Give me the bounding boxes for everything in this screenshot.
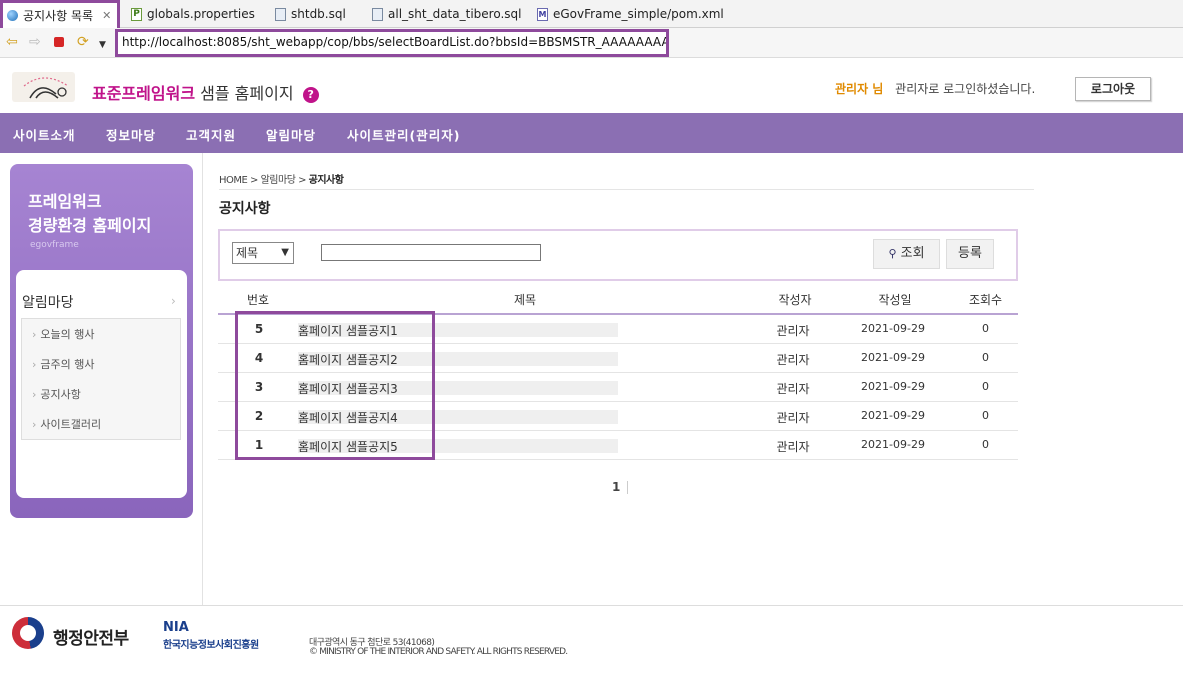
- maven-file-icon: M: [537, 7, 548, 21]
- search-button[interactable]: ⚲ 조회: [873, 239, 940, 269]
- sql-file-icon: [275, 7, 286, 21]
- sidebar-title: 프레임워크 경량환경 홈페이지: [28, 190, 151, 238]
- government-emblem-icon: [12, 617, 44, 649]
- footer-copyright: © MINISTRY OF THE INTERIOR AND SAFETY. A…: [309, 647, 568, 657]
- logo-graphic: [23, 77, 69, 99]
- row-author: 관리자: [776, 353, 810, 367]
- help-icon[interactable]: ?: [302, 86, 319, 103]
- column-header-title: 제목: [513, 293, 537, 307]
- register-button[interactable]: 등록: [946, 239, 994, 269]
- row-views: 0: [982, 380, 989, 393]
- chevron-down-icon: ▼: [281, 247, 289, 258]
- row-date: 2021-09-29: [861, 438, 925, 451]
- sidebar-item-gallery[interactable]: 사이트갤러리: [32, 416, 101, 432]
- chevron-down-icon[interactable]: ▼: [99, 37, 106, 53]
- tab-shtdb-sql[interactable]: shtdb.sql: [275, 0, 346, 28]
- tab-label: 공지사항 목록: [23, 9, 94, 23]
- globe-icon: [7, 10, 18, 21]
- chevron-right-icon: ›: [171, 294, 176, 308]
- main-menu: 사이트소개 정보마당 고객지원 알림마당 사이트관리(관리자): [0, 113, 1183, 153]
- row-author: 관리자: [776, 382, 810, 396]
- row-views: 0: [982, 409, 989, 422]
- column-header-date: 작성일: [878, 293, 912, 307]
- column-header-number: 번호: [246, 293, 270, 307]
- sidebar-subtitle: egovframe: [30, 240, 79, 250]
- sidebar-title-line2: 경량환경 홈페이지: [28, 216, 152, 235]
- page-title: 공지사항: [219, 201, 271, 217]
- site-logo[interactable]: [12, 72, 75, 102]
- menu-item-support[interactable]: 고객지원: [186, 125, 236, 144]
- left-sidebar: 프레임워크 경량환경 홈페이지 egovframe 알림마당 › 오늘의 행사 …: [10, 164, 193, 518]
- divider: [202, 153, 203, 605]
- menu-item-admin[interactable]: 사이트관리(관리자): [347, 125, 460, 144]
- sidebar-list: 오늘의 행사 금주의 행사 공지사항 사이트갤러리: [21, 318, 181, 440]
- tab-label: shtdb.sql: [291, 7, 346, 21]
- site-title-rest: 샘플 홈페이지: [200, 84, 294, 103]
- row-views: 0: [982, 351, 989, 364]
- tab-label: globals.properties: [147, 7, 255, 21]
- column-header-author: 작성자: [778, 293, 812, 307]
- row-date: 2021-09-29: [861, 409, 925, 422]
- admin-info: 관리자 님 관리자로 로그인하셨습니다.: [835, 80, 1035, 97]
- admin-message: 관리자로 로그인하셨습니다.: [895, 82, 1036, 96]
- footer-nia: NIA: [163, 620, 189, 635]
- footer-nia-full: 한국지능정보사회진흥원: [163, 640, 259, 651]
- row-date: 2021-09-29: [861, 351, 925, 364]
- search-condition-select[interactable]: 제목 ▼: [232, 242, 294, 264]
- sidebar-item-notice[interactable]: 공지사항: [32, 386, 80, 402]
- tab-all-sht-data-sql[interactable]: all_sht_data_tibero.sql: [372, 0, 521, 28]
- close-icon[interactable]: ✕: [102, 9, 111, 22]
- pager-divider: [627, 481, 628, 494]
- tab-globals-properties[interactable]: P globals.properties: [131, 0, 255, 28]
- footer-gov-name: 행정안전부: [53, 629, 129, 649]
- row-views: 0: [982, 322, 989, 335]
- row-date: 2021-09-29: [861, 380, 925, 393]
- refresh-icon[interactable]: ⟳: [77, 34, 89, 50]
- sidebar-item-week-event[interactable]: 금주의 행사: [32, 356, 94, 372]
- sidebar-section-title[interactable]: 알림마당: [22, 292, 74, 312]
- back-arrow-icon[interactable]: ⇦: [6, 34, 18, 50]
- menu-item-info[interactable]: 정보마당: [106, 125, 156, 144]
- row-author: 관리자: [776, 440, 810, 454]
- breadcrumb-current: 공지사항: [308, 175, 344, 186]
- menu-item-notice[interactable]: 알림마당: [266, 125, 316, 144]
- footer-divider: [0, 605, 1183, 606]
- breadcrumb-mid[interactable]: 알림마당: [261, 175, 296, 186]
- row-views: 0: [982, 438, 989, 451]
- column-header-views: 조회수: [968, 293, 1003, 307]
- pager-page-1[interactable]: 1: [612, 480, 620, 494]
- row-author: 관리자: [776, 324, 810, 338]
- breadcrumb: HOME > 알림마당 > 공지사항: [219, 175, 344, 186]
- divider: [219, 189, 1034, 190]
- brand-name: 표준프레임워크: [92, 84, 196, 103]
- site-title: 표준프레임워크 샘플 홈페이지 ?: [92, 80, 319, 104]
- row-date: 2021-09-29: [861, 322, 925, 335]
- admin-name: 관리자 님: [835, 82, 884, 96]
- properties-file-icon: P: [131, 7, 142, 21]
- search-condition-value: 제목: [236, 246, 259, 260]
- search-area: 제목 ▼ ⚲ 조회 등록: [218, 229, 1018, 281]
- sidebar-item-today-event[interactable]: 오늘의 행사: [32, 326, 94, 342]
- editor-tab-bar: 공지사항 목록 ✕ P globals.properties shtdb.sql…: [0, 0, 1183, 28]
- url-input[interactable]: http://localhost:8085/sht_webapp/cop/bbs…: [115, 29, 669, 57]
- sidebar-title-line1: 프레임워크: [28, 192, 102, 211]
- highlight-box: [235, 311, 435, 460]
- tab-pom-xml[interactable]: M eGovFrame_simple/pom.xml: [537, 0, 724, 28]
- row-author: 관리자: [776, 411, 810, 425]
- logout-button[interactable]: 로그아웃: [1075, 77, 1151, 101]
- search-button-label: 조회: [900, 246, 925, 261]
- forward-arrow-icon[interactable]: ⇨: [29, 34, 41, 50]
- breadcrumb-home[interactable]: HOME: [219, 175, 248, 186]
- stop-icon[interactable]: [54, 37, 64, 47]
- search-icon: ⚲: [888, 247, 897, 260]
- sidebar-menu-box: 알림마당 › 오늘의 행사 금주의 행사 공지사항 사이트갤러리: [16, 270, 187, 498]
- tab-notice-list[interactable]: 공지사항 목록 ✕: [0, 0, 121, 28]
- tab-label: eGovFrame_simple/pom.xml: [553, 7, 724, 21]
- menu-item-about[interactable]: 사이트소개: [13, 125, 76, 144]
- sql-file-icon: [372, 7, 383, 21]
- search-input[interactable]: [321, 244, 541, 261]
- tab-label: all_sht_data_tibero.sql: [388, 7, 522, 21]
